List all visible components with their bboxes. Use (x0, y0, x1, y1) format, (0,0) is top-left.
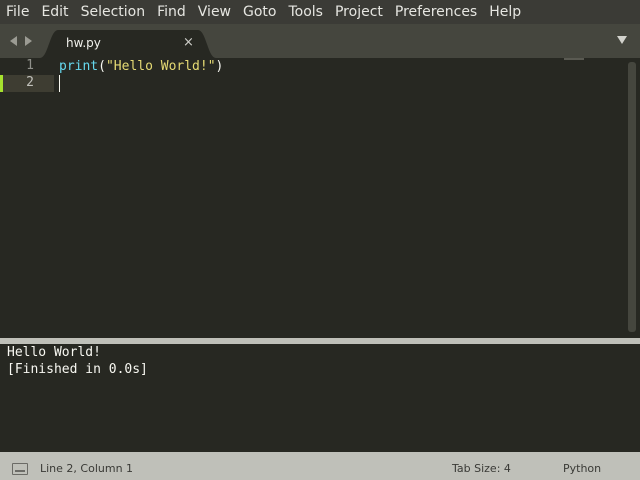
menu-project[interactable]: Project (329, 0, 389, 24)
text-cursor (59, 75, 60, 92)
panel-toggle-icon[interactable] (12, 463, 28, 475)
menu-view[interactable]: View (192, 0, 237, 24)
tab-bar: hw.py × (0, 24, 640, 58)
tab-size-setting[interactable]: Tab Size: 4 (452, 462, 511, 475)
menu-help[interactable]: Help (483, 0, 527, 24)
cursor-position: Line 2, Column 1 (40, 462, 134, 475)
minimap-viewport[interactable] (564, 58, 584, 60)
line-number: 1 (26, 58, 34, 73)
code-token-string: "Hello World!" (105, 59, 216, 74)
code-token-paren: ) (215, 59, 224, 74)
tab-label: hw.py (66, 36, 101, 50)
chevron-down-icon[interactable] (617, 36, 627, 44)
menu-preferences[interactable]: Preferences (389, 0, 483, 24)
code-token-function: print (59, 59, 99, 74)
code-token-paren: ( (98, 59, 106, 74)
code-line: print("Hello World!") (59, 58, 223, 75)
status-bar: Line 2, Column 1 Tab Size: 4 Python (0, 458, 640, 480)
build-output-panel: Hello World! [Finished in 0.0s] (2, 344, 638, 452)
menu-find[interactable]: Find (151, 0, 192, 24)
chevron-right-icon[interactable] (25, 36, 32, 46)
vertical-scrollbar[interactable] (628, 62, 636, 332)
menu-selection[interactable]: Selection (75, 0, 152, 24)
chevron-left-icon[interactable] (10, 36, 17, 46)
menu-file[interactable]: File (0, 0, 35, 24)
menu-edit[interactable]: Edit (35, 0, 74, 24)
code-editor[interactable]: 1 2 print("Hello World!") (0, 58, 640, 338)
menu-tools[interactable]: Tools (282, 0, 329, 24)
output-line: Hello World! (7, 345, 101, 360)
line-number: 2 (26, 75, 34, 90)
menu-bar: File Edit Selection Find View Goto Tools… (0, 0, 640, 24)
menu-goto[interactable]: Goto (237, 0, 282, 24)
output-line: [Finished in 0.0s] (7, 362, 148, 377)
line-gutter: 1 2 (0, 58, 54, 338)
tab-hw-py[interactable]: hw.py × (40, 30, 216, 58)
modified-line-marker (0, 75, 3, 92)
syntax-selector[interactable]: Python (563, 462, 601, 475)
close-icon[interactable]: × (183, 35, 194, 50)
